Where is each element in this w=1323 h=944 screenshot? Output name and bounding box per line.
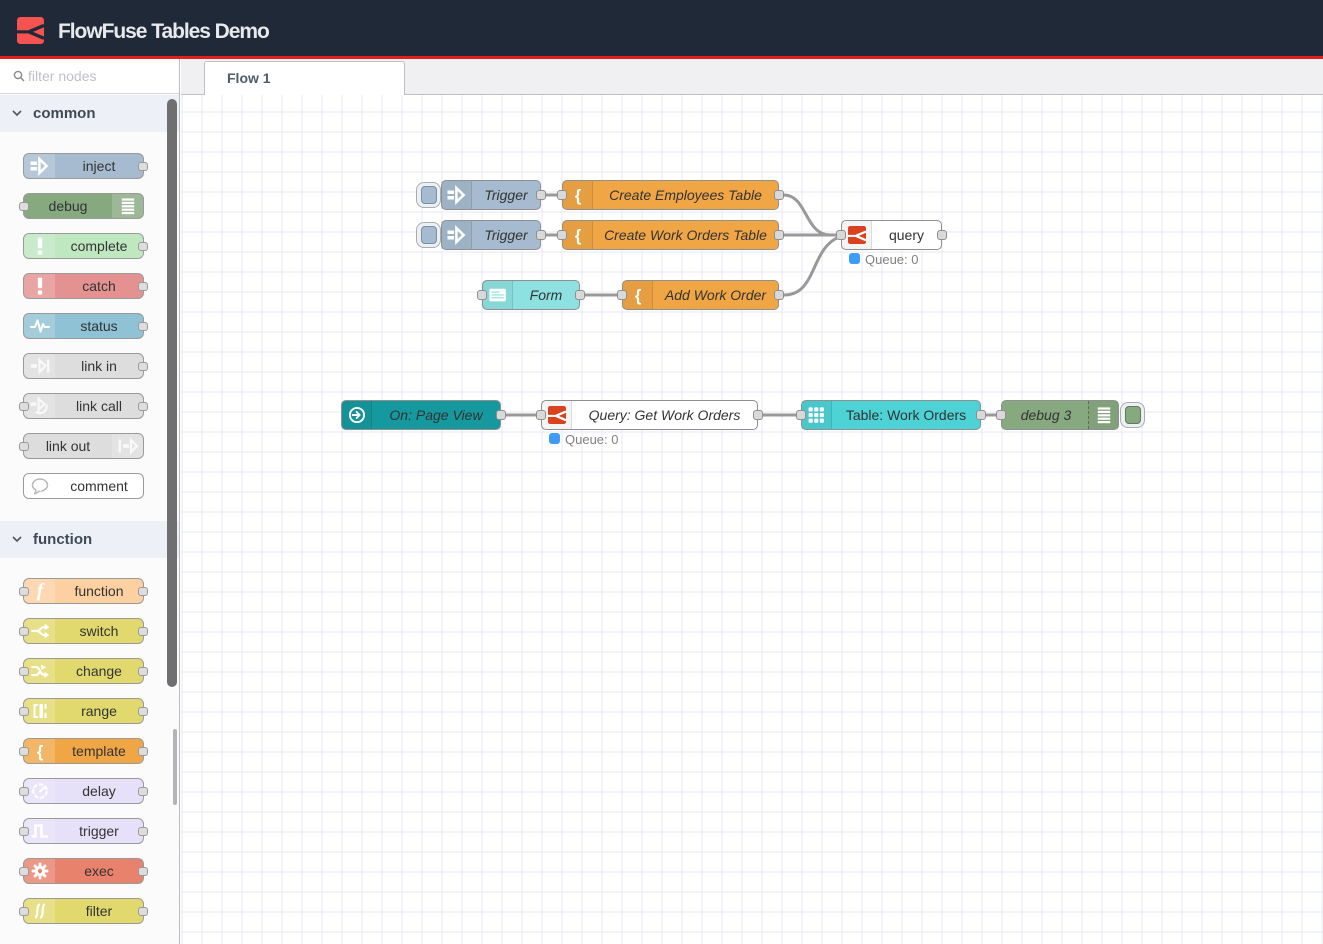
svg-text:f: f (36, 581, 44, 601)
svg-text:{: { (634, 286, 641, 305)
svg-text:{: { (36, 742, 43, 761)
svg-text:{: { (574, 226, 581, 245)
svg-text:{: { (574, 186, 581, 205)
